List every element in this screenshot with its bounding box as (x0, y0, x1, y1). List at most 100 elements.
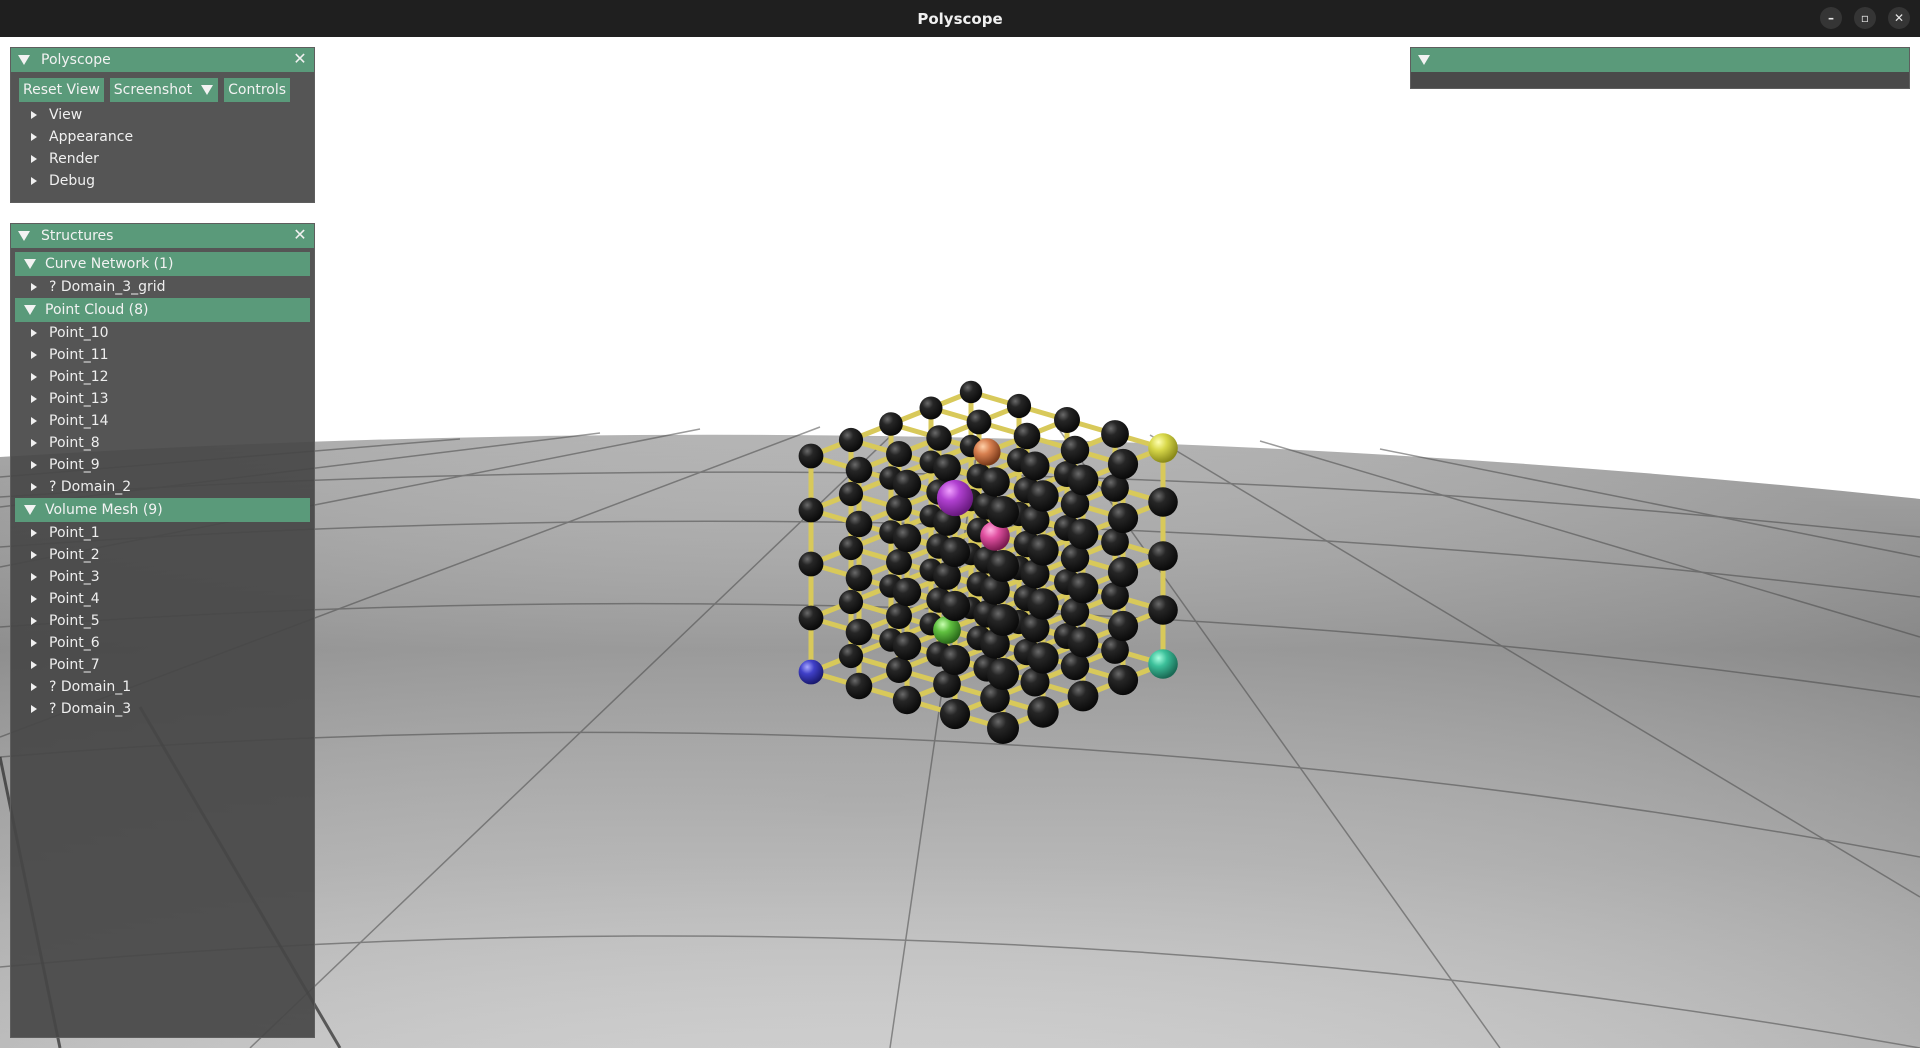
lattice-node[interactable] (987, 712, 1019, 744)
structure-item[interactable]: Point_2 (11, 544, 314, 566)
screenshot-options-button[interactable] (196, 78, 219, 102)
lattice-node[interactable] (1013, 422, 1041, 450)
lattice-node[interactable] (1148, 433, 1178, 463)
lattice-node[interactable] (939, 590, 971, 622)
structure-item[interactable]: ? Domain_3_grid (11, 276, 314, 298)
lattice-node[interactable] (892, 469, 922, 499)
lattice-node[interactable] (892, 523, 922, 553)
lattice-node[interactable] (933, 454, 961, 482)
lattice-node[interactable] (845, 618, 873, 646)
menu-item-debug[interactable]: Debug (11, 170, 314, 192)
structure-item[interactable]: Point_10 (11, 322, 314, 344)
lattice-node[interactable] (892, 631, 922, 661)
lattice-node[interactable] (1067, 626, 1099, 658)
lattice-node[interactable] (1107, 664, 1139, 696)
close-icon[interactable]: ✕ (292, 51, 308, 67)
lattice-node[interactable] (1107, 502, 1139, 534)
structure-item[interactable]: Point_14 (11, 410, 314, 432)
lattice-node[interactable] (892, 577, 922, 607)
lattice-node[interactable] (1027, 480, 1059, 512)
structure-item[interactable]: Point_3 (11, 566, 314, 588)
lattice-node[interactable] (1101, 420, 1129, 448)
lattice-node[interactable] (886, 657, 912, 683)
section-curve-network[interactable]: Curve Network (1) (15, 252, 310, 276)
collapse-triangle-icon[interactable] (18, 55, 30, 65)
lattice-node[interactable] (1148, 541, 1178, 571)
lattice-node[interactable] (987, 496, 1019, 528)
structure-item[interactable]: Point_5 (11, 610, 314, 632)
lattice-node[interactable] (845, 510, 873, 538)
lattice-node[interactable] (1054, 407, 1080, 433)
lattice-node[interactable] (798, 443, 824, 469)
structure-item[interactable]: Point_12 (11, 366, 314, 388)
lattice-node[interactable] (1027, 642, 1059, 674)
lattice-node[interactable] (1107, 556, 1139, 588)
close-window-button[interactable]: ✕ (1888, 7, 1910, 29)
lattice-node[interactable] (1067, 464, 1099, 496)
structure-item[interactable]: Point_9 (11, 454, 314, 476)
lattice-node[interactable] (1148, 649, 1178, 679)
lattice-node[interactable] (798, 551, 824, 577)
lattice-node[interactable] (838, 427, 864, 453)
lattice-node[interactable] (919, 396, 943, 420)
lattice-node[interactable] (1027, 588, 1059, 620)
lattice-node[interactable] (892, 685, 922, 715)
menu-item-view[interactable]: View (11, 104, 314, 126)
structure-item[interactable]: Point_13 (11, 388, 314, 410)
lattice-node[interactable] (966, 409, 992, 435)
collapse-triangle-icon[interactable] (18, 231, 30, 241)
lattice-node[interactable] (926, 425, 952, 451)
menu-item-appearance[interactable]: Appearance (11, 126, 314, 148)
lattice-node[interactable] (1067, 572, 1099, 604)
close-icon[interactable]: ✕ (292, 227, 308, 243)
maximize-button[interactable]: ▫ (1854, 7, 1876, 29)
lattice-node[interactable] (798, 497, 824, 523)
structure-item[interactable]: Point_8 (11, 432, 314, 454)
lattice-node[interactable] (886, 549, 912, 575)
lattice-node[interactable] (798, 659, 824, 685)
lattice-node[interactable] (936, 479, 974, 517)
structure-item[interactable]: ? Domain_2 (11, 476, 314, 498)
structure-item[interactable]: ? Domain_1 (11, 676, 314, 698)
lattice-node[interactable] (1148, 595, 1178, 625)
lattice-node[interactable] (939, 644, 971, 676)
lattice-node[interactable] (879, 412, 903, 436)
lattice-node[interactable] (886, 495, 912, 521)
section-volume-mesh[interactable]: Volume Mesh (9) (15, 498, 310, 522)
lattice-node[interactable] (939, 698, 971, 730)
lattice-node[interactable] (1067, 518, 1099, 550)
menu-item-render[interactable]: Render (11, 148, 314, 170)
lattice-node[interactable] (838, 589, 864, 615)
minimize-button[interactable]: – (1820, 7, 1842, 29)
structure-item[interactable]: Point_7 (11, 654, 314, 676)
lattice-node[interactable] (838, 643, 864, 669)
lattice-node[interactable] (939, 536, 971, 568)
lattice-node[interactable] (845, 456, 873, 484)
lattice-node[interactable] (987, 550, 1019, 582)
structures-panel-header[interactable]: Structures ✕ (11, 224, 314, 248)
lattice-node[interactable] (987, 658, 1019, 690)
structure-item[interactable]: Point_6 (11, 632, 314, 654)
screenshot-button[interactable]: Screenshot (109, 78, 197, 102)
lattice-node[interactable] (1006, 393, 1032, 419)
lattice-node[interactable] (1060, 435, 1090, 465)
lattice-node[interactable] (838, 481, 864, 507)
lattice-node[interactable] (845, 672, 873, 700)
lattice-node[interactable] (959, 380, 983, 404)
lattice-node[interactable] (886, 603, 912, 629)
lattice-node[interactable] (1027, 534, 1059, 566)
lattice-node[interactable] (987, 604, 1019, 636)
lattice-node[interactable] (980, 467, 1010, 497)
controls-button[interactable]: Controls (224, 78, 291, 102)
lattice-node[interactable] (1020, 451, 1050, 481)
lattice-node[interactable] (845, 564, 873, 592)
polyscope-panel-header[interactable]: Polyscope ✕ (11, 48, 314, 72)
lattice-node[interactable] (1148, 487, 1178, 517)
reset-view-button[interactable]: Reset View (19, 78, 104, 102)
lattice-node[interactable] (886, 441, 912, 467)
section-point-cloud[interactable]: Point Cloud (8) (15, 298, 310, 322)
lattice-node[interactable] (838, 535, 864, 561)
structure-item[interactable]: Point_11 (11, 344, 314, 366)
lattice-node[interactable] (973, 438, 1001, 466)
structure-item[interactable]: ? Domain_3 (11, 698, 314, 720)
